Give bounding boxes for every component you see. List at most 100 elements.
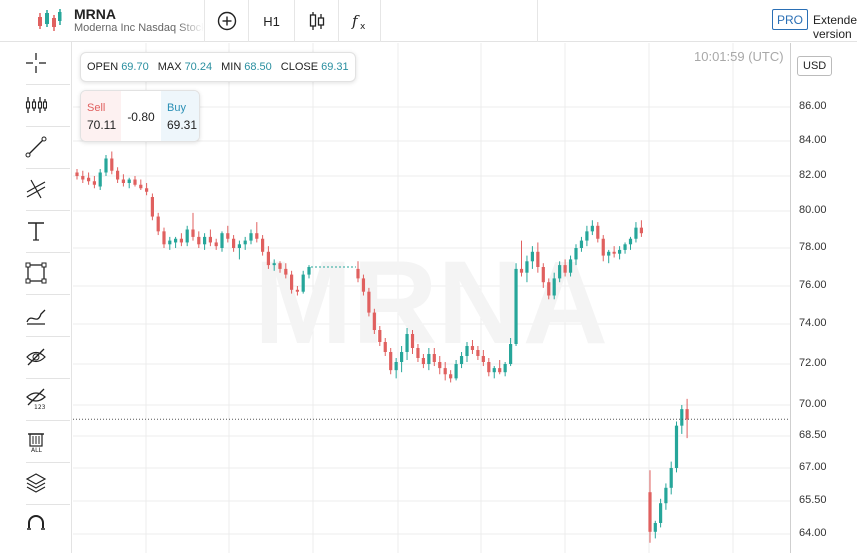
tool-remove-all[interactable]: ALL — [0, 420, 72, 462]
candle-body — [438, 362, 442, 369]
price-tick-label: 86.00 — [799, 100, 827, 112]
tool-indicators[interactable] — [0, 84, 72, 126]
candle — [664, 483, 668, 510]
fib-icon — [26, 179, 46, 199]
candle-body — [214, 242, 218, 247]
trend-line-icon — [25, 136, 47, 158]
candle — [249, 229, 253, 245]
candle-body — [98, 172, 102, 187]
candle — [174, 236, 178, 248]
tool-text[interactable] — [0, 210, 72, 252]
candle-body — [558, 265, 562, 279]
timeframe-button[interactable]: H1 — [249, 0, 295, 42]
candle-body — [87, 177, 91, 182]
currency-button[interactable]: USD — [797, 56, 833, 76]
candle-body — [427, 354, 431, 364]
add-symbol-button[interactable] — [205, 0, 249, 42]
extended-version-button[interactable]: PRO Extended version — [381, 0, 857, 42]
candle-body — [197, 236, 201, 245]
trade-panel: Sell 70.11 -0.80 Buy 69.31 — [80, 90, 200, 142]
candle-body — [307, 267, 311, 275]
candle-body — [514, 268, 518, 344]
candle-body — [162, 231, 166, 245]
tool-hide-labels[interactable]: 123 — [0, 378, 72, 420]
candle-body — [367, 291, 371, 313]
candle-body — [220, 233, 224, 248]
symbol-ticker: MRNA — [74, 6, 116, 22]
candle-body — [400, 352, 404, 362]
candle-body — [75, 172, 79, 176]
drawing-toolbar: 123 ALL — [0, 42, 72, 553]
timeframe-label: H1 — [263, 13, 280, 29]
candle-body — [487, 362, 491, 373]
hide-labels-icon: 123 — [26, 388, 46, 410]
candle-body — [503, 364, 507, 373]
candle-body — [116, 170, 120, 180]
chart-type-button[interactable] — [295, 0, 339, 42]
candle-body — [574, 248, 578, 260]
candle-body — [476, 350, 480, 356]
candle — [669, 461, 673, 495]
tool-trend-line[interactable] — [0, 126, 72, 168]
svg-text:ALL: ALL — [31, 447, 42, 452]
candle-body — [680, 409, 684, 426]
candle — [139, 179, 143, 190]
price-tick-label: 68.50 — [799, 429, 827, 441]
crosshair-icon — [26, 53, 46, 73]
candle-body — [81, 176, 85, 180]
price-axis[interactable]: 86.00 84.00 82.00 80.00 78.00 76.00 74.00 72.00… — [790, 43, 857, 553]
svg-text:f: f — [351, 12, 360, 30]
sell-price: 70.11 — [87, 118, 117, 132]
buy-button[interactable]: Buy 69.31 — [161, 91, 199, 141]
candle-body — [563, 265, 567, 273]
candle-body — [547, 282, 551, 296]
candle — [237, 240, 241, 260]
server-time: 10:01:59 (UTC) — [694, 49, 784, 64]
candle-body — [179, 238, 183, 243]
min-value: 68.50 — [244, 61, 272, 73]
tool-rectangle[interactable] — [0, 252, 72, 294]
top-toolbar: MRNA Moderna Inc Nasdaq Stock H1 f x PRO… — [0, 0, 857, 42]
candle — [156, 212, 160, 236]
candle-body — [628, 238, 633, 245]
sell-button[interactable]: Sell 70.11 — [81, 91, 121, 141]
tool-fib[interactable] — [0, 168, 72, 210]
candle-body — [243, 240, 247, 245]
candle — [208, 229, 212, 247]
candle-body — [272, 263, 276, 266]
candle — [674, 421, 679, 473]
candle — [162, 227, 166, 248]
tool-layers[interactable] — [0, 462, 72, 504]
candle — [634, 222, 638, 243]
candle-body — [653, 523, 657, 532]
candle-body — [481, 356, 485, 362]
tool-magnet[interactable] — [0, 504, 72, 546]
candle-body — [156, 216, 160, 232]
symbol-selector[interactable]: MRNA Moderna Inc Nasdaq Stock — [0, 0, 205, 42]
candle — [98, 169, 102, 190]
candle-body — [237, 244, 241, 248]
candle — [133, 176, 137, 187]
trading-app: MRNA Moderna Inc Nasdaq Stock H1 f x PRO… — [0, 0, 857, 553]
tool-hide-drawings[interactable] — [0, 336, 72, 378]
sell-label: Sell — [87, 102, 106, 114]
function-fx-icon: f x — [351, 12, 366, 31]
candle-body — [634, 227, 638, 239]
candle-body — [356, 268, 360, 279]
candle-body — [669, 468, 673, 488]
price-tick-label: 82.00 — [799, 169, 827, 181]
spread-value: -0.80 — [127, 110, 155, 124]
candle-body — [208, 236, 212, 243]
tool-crosshair[interactable] — [0, 42, 72, 84]
tool-brush[interactable] — [0, 294, 72, 336]
candle-body — [92, 181, 96, 185]
candle-body — [585, 231, 589, 241]
indicators-button[interactable]: f x — [339, 0, 381, 42]
candle — [145, 183, 149, 196]
candlestick-icon — [309, 12, 324, 30]
min-label: MIN — [221, 61, 242, 73]
max-value: 70.24 — [184, 61, 213, 73]
brush-icon — [26, 309, 46, 325]
candle-body — [541, 267, 545, 283]
candle-body — [664, 487, 668, 504]
